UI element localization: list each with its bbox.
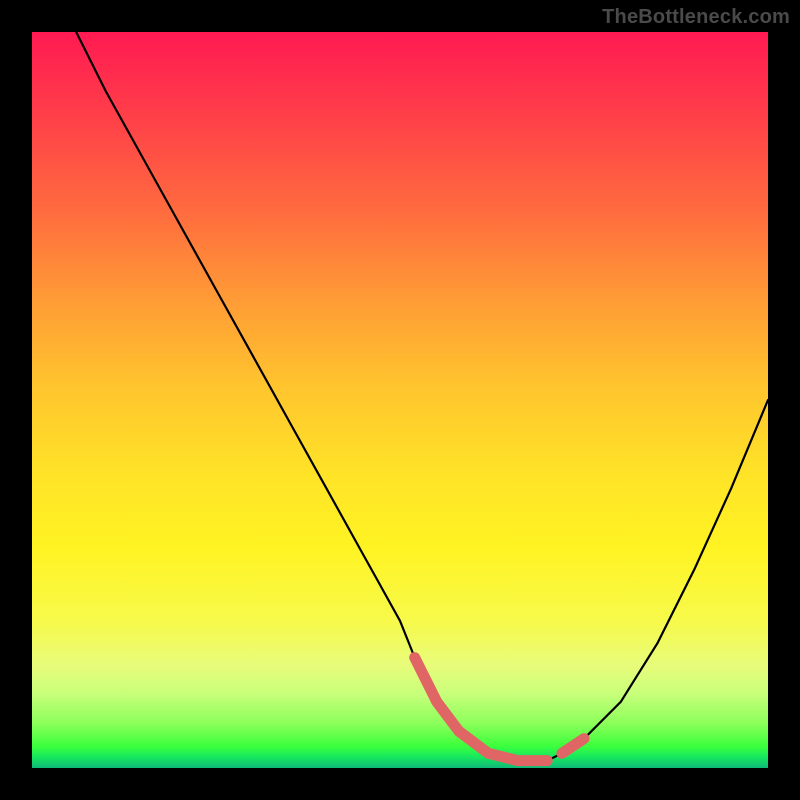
curve-line bbox=[76, 32, 768, 761]
highlight-segment-1 bbox=[562, 739, 584, 754]
highlight-segment-0 bbox=[415, 658, 548, 761]
chart-svg bbox=[32, 32, 768, 768]
watermark-text: TheBottleneck.com bbox=[602, 6, 790, 29]
chart-frame: TheBottleneck.com bbox=[0, 0, 800, 800]
